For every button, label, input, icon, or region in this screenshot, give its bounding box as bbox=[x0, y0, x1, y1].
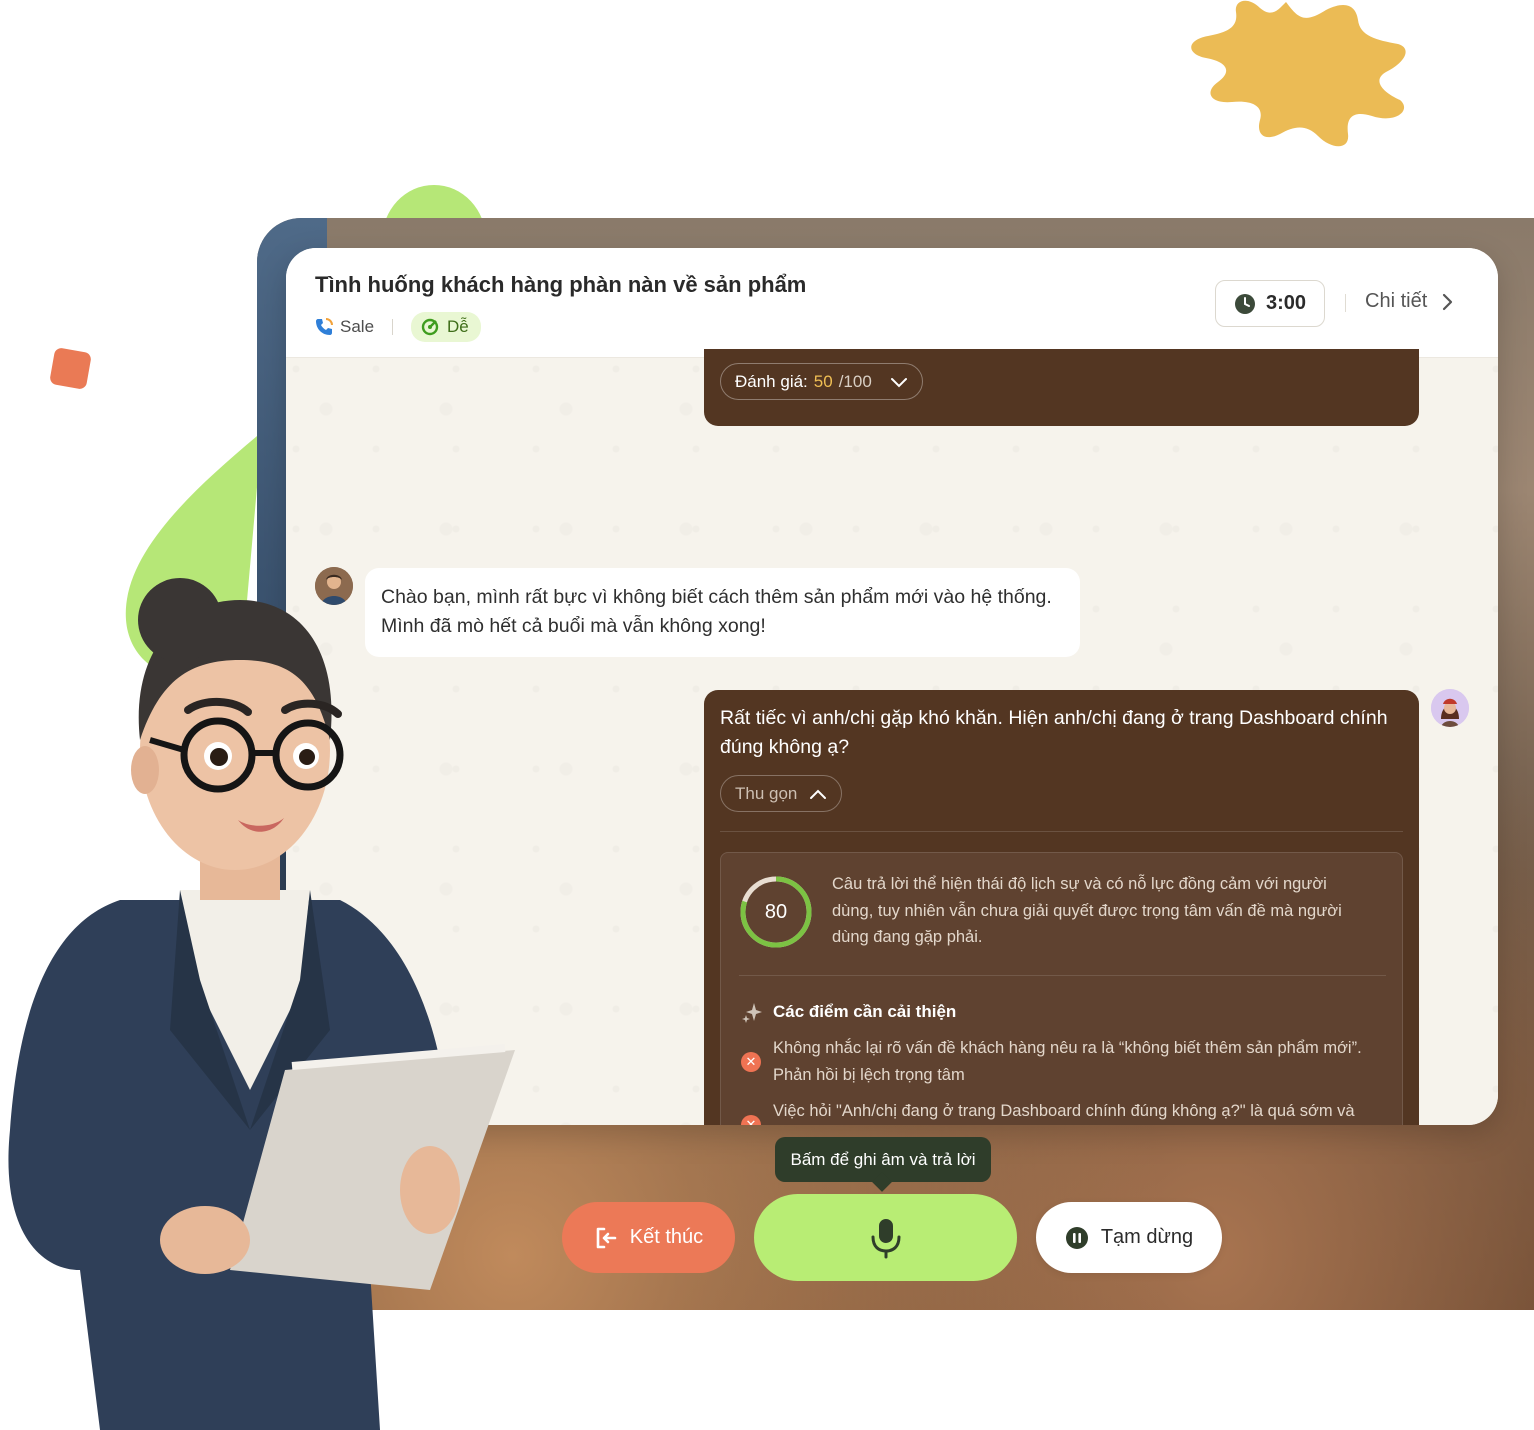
improvement-item: ✕ Không nhắc lại rõ vấn đề khách hàng nê… bbox=[741, 1035, 1391, 1089]
chevron-right-icon bbox=[1443, 293, 1453, 310]
user-avatar-image bbox=[1431, 689, 1469, 727]
pause-icon bbox=[1065, 1226, 1088, 1249]
feedback-panel: 80 Câu trả lời thể hiện thái độ lịch sự … bbox=[720, 852, 1403, 1125]
improvement-text: Việc hỏi "Anh/chị đang ở trang Dashboard… bbox=[773, 1102, 1355, 1120]
scenario-meta: Sale Dễ bbox=[314, 312, 481, 342]
phone-icon bbox=[316, 318, 333, 335]
assistant-character-illustration bbox=[8, 578, 515, 1430]
feedback-score: 80 bbox=[764, 900, 788, 923]
pause-label: Tạm dừng bbox=[1100, 1226, 1194, 1248]
x-circle-icon: ✕ bbox=[741, 1052, 761, 1072]
difficulty-label: Dễ bbox=[447, 317, 469, 336]
decorative-splash-shape bbox=[1191, 0, 1406, 147]
improvement-text: Không nhắc lại rõ vấn đề khách hàng nêu … bbox=[773, 1039, 1362, 1084]
x-circle-icon: ✕ bbox=[741, 1115, 761, 1125]
feedback-summary: Câu trả lời thể hiện thái độ lịch sự và … bbox=[832, 875, 1342, 946]
timer-value: 3:00 bbox=[1265, 292, 1307, 314]
exit-icon bbox=[596, 1227, 617, 1248]
level-icon bbox=[421, 318, 439, 336]
chevron-down-icon bbox=[890, 377, 907, 387]
difficulty-badge: Dễ bbox=[411, 312, 481, 342]
header-divider bbox=[1345, 294, 1346, 312]
improvement-heading: Các điểm cần cải thiện bbox=[741, 1001, 956, 1023]
user-avatar bbox=[1431, 689, 1469, 727]
score-label: Đánh giá: bbox=[735, 371, 808, 391]
timer: 3:00 bbox=[1215, 280, 1325, 327]
collapse-label: Thu gọn bbox=[735, 783, 798, 803]
meta-divider bbox=[392, 319, 394, 335]
previous-ai-message: Đánh giá: 50/100 bbox=[704, 349, 1419, 426]
improvement-title: Các điểm cần cải thiện bbox=[773, 1002, 957, 1021]
score-max: /100 bbox=[838, 371, 872, 391]
end-label: Kết thúc bbox=[629, 1226, 704, 1248]
user-response-text: Rất tiếc vì anh/chị gặp khó khăn. Hiện a… bbox=[720, 707, 1388, 758]
sparkle-icon bbox=[742, 1003, 762, 1023]
message-divider bbox=[720, 831, 1403, 832]
decorative-orange-square bbox=[49, 347, 92, 390]
category-label: Sale bbox=[340, 317, 375, 336]
feedback-divider bbox=[739, 975, 1386, 976]
pause-button[interactable]: Tạm dừng bbox=[1036, 1202, 1222, 1273]
scenario-title: Tình huống khách hàng phàn nàn về sản ph… bbox=[315, 272, 807, 297]
card-header: Tình huống khách hàng phàn nàn về sản ph… bbox=[286, 248, 1498, 358]
microphone-icon bbox=[871, 1218, 900, 1258]
detail-link[interactable]: Chi tiết bbox=[1365, 290, 1453, 313]
record-tooltip: Bấm để ghi âm và trả lời bbox=[775, 1137, 991, 1182]
category-tag: Sale bbox=[314, 317, 374, 337]
chevron-up-icon bbox=[810, 789, 827, 799]
record-button[interactable] bbox=[754, 1194, 1017, 1281]
improvement-item: ✕ Việc hỏi "Anh/chị đang ở trang Dashboa… bbox=[741, 1098, 1391, 1125]
score-toggle[interactable]: Đánh giá: 50/100 bbox=[720, 363, 923, 400]
score-value: 50 bbox=[813, 371, 833, 391]
detail-label: Chi tiết bbox=[1365, 290, 1428, 312]
user-response-message: Rất tiếc vì anh/chị gặp khó khăn. Hiện a… bbox=[704, 690, 1419, 1125]
end-button[interactable]: Kết thúc bbox=[562, 1202, 735, 1273]
clock-icon bbox=[1234, 293, 1255, 314]
collapse-button[interactable]: Thu gọn bbox=[720, 775, 843, 812]
